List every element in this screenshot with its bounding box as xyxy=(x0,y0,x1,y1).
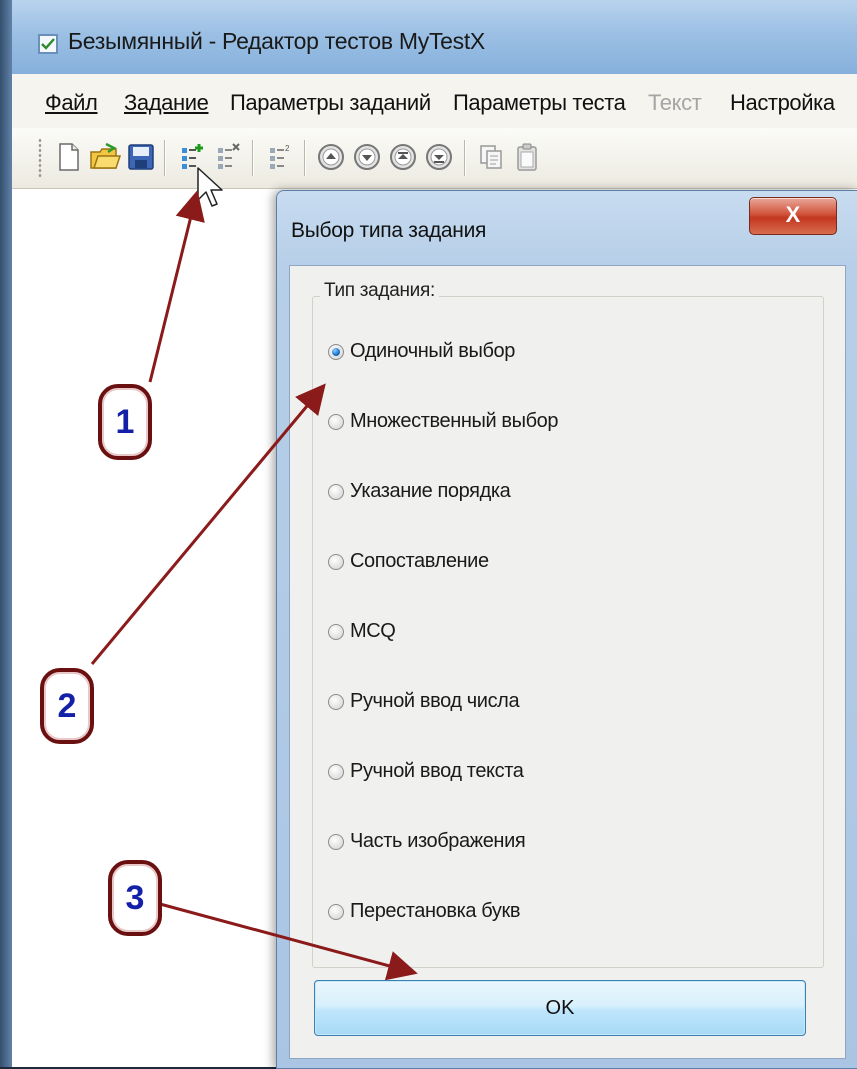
toolbar: 2 xyxy=(12,128,857,189)
toolbar-grip[interactable] xyxy=(38,138,42,178)
move-first-icon[interactable] xyxy=(386,140,420,174)
mouse-cursor-icon xyxy=(197,167,223,207)
task-type-dialog: Выбор типа задания X Тип задания: Одиноч… xyxy=(276,190,857,1069)
toolbar-separator xyxy=(252,140,253,176)
paste-icon[interactable] xyxy=(510,140,544,174)
copy-icon[interactable] xyxy=(474,140,508,174)
move-down-icon[interactable] xyxy=(350,140,384,174)
radio-label: Перестановка букв xyxy=(350,900,521,922)
menu-settings[interactable]: Настройка xyxy=(730,90,835,116)
radio-label: MCQ xyxy=(350,620,396,642)
task-type-group-label: Тип задания: xyxy=(320,280,439,302)
radio-button[interactable] xyxy=(328,484,344,500)
open-folder-icon[interactable] xyxy=(88,140,122,174)
menu-file[interactable]: Файл xyxy=(45,90,98,116)
toolbar-separator xyxy=(464,140,465,176)
window-title: Безымянный - Редактор тестов MyTestX xyxy=(68,28,485,54)
radio-label: Множественный выбор xyxy=(350,410,559,432)
radio-button[interactable] xyxy=(328,414,344,430)
close-button[interactable]: X xyxy=(749,197,837,235)
radio-label: Сопоставление xyxy=(350,550,489,572)
move-last-icon[interactable] xyxy=(422,140,456,174)
radio-label: Часть изображения xyxy=(350,830,526,852)
callout-3: 3 xyxy=(108,860,162,936)
dialog-title: Выбор типа задания xyxy=(291,219,487,242)
save-icon[interactable] xyxy=(124,140,158,174)
radio-button[interactable] xyxy=(328,834,344,850)
move-up-icon[interactable] xyxy=(314,140,348,174)
radio-label: Ручной ввод текста xyxy=(350,760,524,782)
app-icon xyxy=(38,34,58,54)
svg-text:2: 2 xyxy=(285,144,290,153)
menu-test-params[interactable]: Параметры теста xyxy=(453,90,626,116)
radio-button[interactable] xyxy=(328,904,344,920)
task-list-icon[interactable]: 2 xyxy=(262,140,296,174)
radio-button[interactable] xyxy=(328,624,344,640)
menu-task-params[interactable]: Параметры заданий xyxy=(230,90,431,116)
new-file-icon[interactable] xyxy=(52,140,86,174)
ok-button[interactable]: OK xyxy=(314,980,806,1036)
radio-button[interactable] xyxy=(328,554,344,570)
callout-1: 1 xyxy=(98,384,152,460)
radio-label: Одиночный выбор xyxy=(350,340,515,362)
dialog-body: Тип задания: Одиночный выбор Множественн… xyxy=(289,265,846,1059)
radio-button[interactable] xyxy=(328,764,344,780)
toolbar-separator xyxy=(164,140,165,176)
radio-label: Указание порядка xyxy=(350,480,511,502)
menu-task[interactable]: Задание xyxy=(124,90,209,116)
menu-text[interactable]: Текст xyxy=(648,90,702,116)
radio-button[interactable] xyxy=(328,694,344,710)
callout-2: 2 xyxy=(40,668,94,744)
radio-label: Ручной ввод числа xyxy=(350,690,520,712)
menu-bar: Файл Задание Параметры заданий Параметры… xyxy=(12,74,857,129)
toolbar-separator xyxy=(304,140,305,176)
radio-button-checked[interactable] xyxy=(328,344,344,360)
window-left-border xyxy=(0,0,12,1067)
title-bar[interactable]: Безымянный - Редактор тестов MyTestX xyxy=(12,0,857,75)
